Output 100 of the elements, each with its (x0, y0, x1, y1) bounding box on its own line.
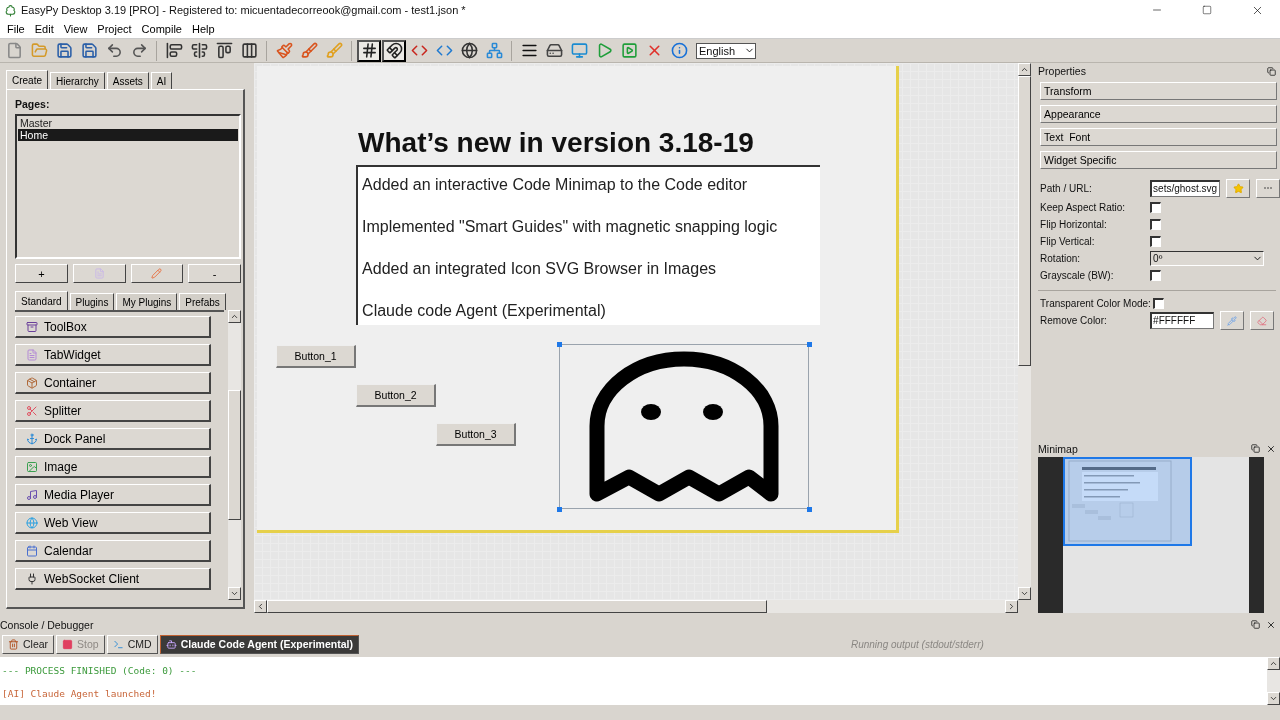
checkbox[interactable] (1150, 270, 1162, 281)
scrollbar[interactable] (228, 310, 242, 600)
status-text: Running output (stdout/stderr) (850, 638, 984, 650)
checkbox[interactable] (1150, 219, 1162, 230)
console-button[interactable]: CMD (106, 634, 158, 654)
widget-button[interactable]: TabWidget (15, 344, 211, 366)
grid-button[interactable] (357, 39, 381, 62)
path-field[interactable]: sets/ghost.svg (1150, 179, 1220, 197)
browse-button[interactable] (1256, 178, 1280, 198)
checkbox[interactable] (1150, 202, 1162, 213)
scroll-arrow-button[interactable] (1018, 587, 1032, 600)
magnet-button[interactable] (382, 39, 406, 62)
web-icon (26, 516, 38, 529)
add-page-button[interactable]: + (15, 264, 68, 283)
field-label: Transparent Color Mode: (1040, 298, 1152, 309)
scroll-arrow-button[interactable] (1267, 657, 1280, 670)
stop-icon (62, 638, 74, 650)
image-widget[interactable] (559, 344, 810, 509)
canvas-button[interactable]: Button_2 (356, 384, 437, 407)
console-button[interactable]: Clear (2, 634, 55, 654)
page-item[interactable]: Home (18, 129, 239, 141)
checkbox[interactable] (1150, 236, 1162, 247)
scroll-arrow-button[interactable] (1018, 63, 1032, 76)
widget-tab[interactable]: Prefabs (179, 293, 226, 310)
resize-handle[interactable] (807, 342, 813, 347)
scroll-arrow-button[interactable] (254, 600, 268, 613)
list-icon (520, 42, 538, 59)
scrollbar[interactable] (254, 600, 1019, 613)
field-label: Keep Aspect Ratio: (1040, 202, 1127, 213)
checkbox[interactable] (1152, 298, 1164, 309)
widget-button[interactable]: WebSocket Client (15, 568, 211, 590)
widget-tab[interactable]: Plugins (69, 293, 115, 310)
field-label: Flip Horizontal: (1040, 219, 1108, 230)
distribute-icon (240, 42, 258, 59)
copy-page-button[interactable] (72, 264, 126, 283)
panel-tab[interactable]: Create (6, 70, 48, 89)
save-as-icon (80, 42, 98, 59)
field-label: Path / URL: (1040, 182, 1093, 194)
color-field[interactable]: #FFFFFF (1150, 312, 1215, 329)
undo-icon (105, 42, 123, 59)
scroll-arrow-button[interactable] (228, 587, 242, 600)
menu-item[interactable]: File (2, 20, 30, 38)
robot-icon (165, 638, 177, 650)
widget-button[interactable]: Web View (15, 512, 211, 534)
pages-label: Pages: (15, 98, 51, 110)
remove-page-button[interactable]: - (188, 264, 242, 283)
note-text: Added an integrated Icon SVG Browser in Images (362, 259, 718, 279)
eyedropper-button[interactable] (1220, 311, 1245, 330)
widget-button[interactable]: Dock Panel (15, 428, 211, 450)
close-icon[interactable] (1266, 444, 1276, 454)
edit-page-button[interactable] (130, 264, 184, 283)
resize-handle[interactable] (807, 507, 813, 512)
section-header[interactable]: Text Font (1040, 128, 1277, 146)
panel-tab[interactable]: Assets (106, 72, 149, 89)
section-header[interactable]: Transform (1040, 82, 1277, 100)
container-icon (26, 376, 38, 389)
console-button[interactable]: Claude Code Agent (Experimental) (159, 634, 359, 654)
favorite-button[interactable] (1226, 178, 1250, 198)
resize-handle[interactable] (557, 507, 563, 512)
rotation-select[interactable]: 0º (1150, 251, 1265, 266)
widget-tab[interactable]: My Plugins (116, 293, 178, 310)
section-header[interactable]: Widget Specific (1040, 151, 1277, 169)
widget-button[interactable]: Media Player (15, 484, 211, 506)
widget-button[interactable]: Image (15, 456, 211, 478)
scroll-arrow-button[interactable] (1267, 692, 1280, 705)
clear-color-button[interactable] (1250, 311, 1275, 330)
page-item[interactable]: Master (18, 117, 239, 129)
ghost-icon (589, 350, 780, 503)
widget-tab[interactable]: Standard (15, 291, 68, 310)
canvas-button[interactable]: Button_3 (436, 423, 517, 446)
canvas-button[interactable]: Button_1 (276, 345, 357, 368)
menu-item[interactable]: Compile (136, 20, 187, 38)
scroll-arrow-button[interactable] (228, 310, 242, 323)
widget-button[interactable]: Splitter (15, 400, 211, 422)
note-text: Implemented "Smart Guides" with magnetic snapping logic (362, 217, 779, 237)
scrollbar[interactable] (1018, 63, 1032, 600)
language-select[interactable]: English (696, 42, 756, 59)
scroll-arrow-button[interactable] (1005, 600, 1019, 613)
menu-item[interactable]: View (58, 20, 93, 38)
media-icon (26, 488, 38, 501)
menu-item[interactable]: Project (92, 20, 137, 38)
widget-button[interactable]: ToolBox (15, 316, 211, 338)
redo-icon (130, 42, 148, 59)
resize-handle[interactable] (557, 342, 563, 347)
panel-tab[interactable]: Hierarchy (50, 72, 105, 89)
widget-button[interactable]: Container (15, 372, 211, 394)
play-square-icon (620, 42, 638, 59)
align-left-icon (165, 42, 183, 59)
close-icon[interactable] (1266, 619, 1276, 630)
output-line: [AI] Claude Agent launched! (2, 688, 158, 700)
menu-item[interactable]: Help (186, 20, 220, 38)
section-header[interactable]: Appearance (1040, 105, 1277, 123)
panel-tab[interactable]: AI (150, 72, 173, 89)
scrollbar[interactable] (1267, 657, 1280, 705)
menu-item[interactable]: Edit (29, 20, 59, 38)
field-label: Remove Color: (1040, 315, 1108, 326)
app-logo-icon (4, 3, 17, 17)
widget-button[interactable]: Calendar (15, 540, 211, 562)
open-folder-icon (30, 42, 48, 59)
field-label: Flip Vertical: (1040, 236, 1096, 247)
